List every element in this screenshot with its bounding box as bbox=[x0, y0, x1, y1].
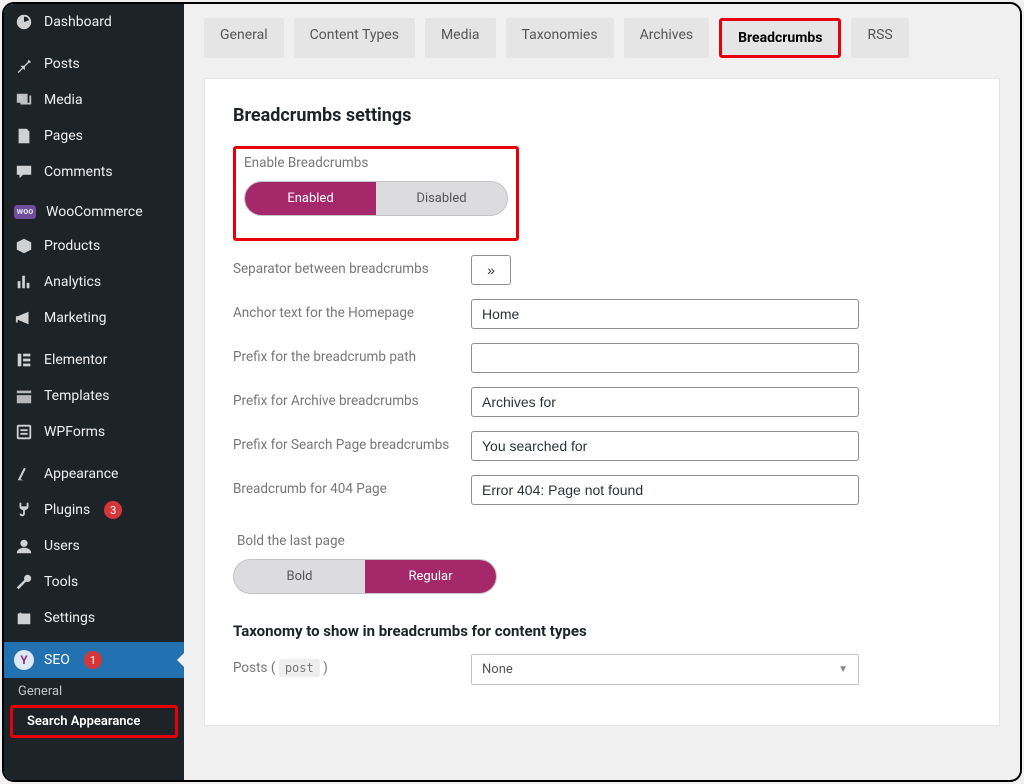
sidebar-item-label: Analytics bbox=[44, 274, 101, 290]
sidebar-item-wpforms[interactable]: WPForms bbox=[4, 414, 184, 450]
sidebar-item-label: Media bbox=[44, 92, 83, 108]
tab-taxonomies[interactable]: Taxonomies bbox=[506, 18, 614, 58]
dashboard-icon bbox=[14, 12, 34, 32]
bold-last-label: Bold the last page bbox=[237, 533, 971, 549]
enable-breadcrumbs-toggle[interactable]: Enabled Disabled bbox=[244, 181, 508, 216]
settings-tabs: General Content Types Media Taxonomies A… bbox=[204, 4, 1000, 64]
sidebar-item-label: Elementor bbox=[44, 352, 107, 368]
woo-icon: woo bbox=[14, 205, 36, 219]
sidebar-item-woocommerce[interactable]: woo WooCommerce bbox=[4, 196, 184, 228]
sidebar-item-dashboard[interactable]: Dashboard bbox=[4, 4, 184, 40]
enable-breadcrumbs-label: Enable Breadcrumbs bbox=[244, 155, 508, 171]
sidebar-item-label: Comments bbox=[44, 164, 113, 180]
bc-404-input[interactable] bbox=[471, 475, 859, 505]
sidebar-item-posts[interactable]: Posts bbox=[4, 46, 184, 82]
sidebar-item-label: Users bbox=[44, 538, 80, 554]
yoast-icon: Y bbox=[14, 650, 34, 670]
sidebar-item-label: Settings bbox=[44, 610, 95, 626]
separator-input[interactable] bbox=[471, 255, 511, 285]
sidebar-item-plugins[interactable]: Plugins 3 bbox=[4, 492, 184, 528]
sidebar-item-templates[interactable]: Templates bbox=[4, 378, 184, 414]
update-badge: 3 bbox=[104, 501, 122, 519]
sidebar-item-label: Templates bbox=[44, 388, 110, 404]
anchor-input[interactable] bbox=[471, 299, 859, 329]
bold-last-toggle[interactable]: Bold Regular bbox=[233, 559, 497, 594]
toggle-bold[interactable]: Bold bbox=[234, 560, 365, 593]
tab-rss[interactable]: RSS bbox=[851, 18, 908, 58]
prefix-path-input[interactable] bbox=[471, 343, 859, 373]
sidebar-item-label: Products bbox=[44, 238, 100, 254]
sidebar-item-label: Appearance bbox=[44, 466, 118, 482]
tab-archives[interactable]: Archives bbox=[624, 18, 710, 58]
sidebar-item-marketing[interactable]: Marketing bbox=[4, 300, 184, 336]
posts-taxonomy-label: Posts ( post ) bbox=[233, 654, 453, 676]
separator-label: Separator between breadcrumbs bbox=[233, 255, 453, 277]
panel-heading: Breadcrumbs settings bbox=[233, 105, 971, 126]
sidebar-item-label: Posts bbox=[44, 56, 80, 72]
sidebar-item-seo[interactable]: Y SEO 1 bbox=[4, 642, 184, 678]
sidebar-item-appearance[interactable]: Appearance bbox=[4, 456, 184, 492]
plugins-icon bbox=[14, 500, 34, 520]
sidebar-item-media[interactable]: Media bbox=[4, 82, 184, 118]
sidebar-item-pages[interactable]: Pages bbox=[4, 118, 184, 154]
appearance-icon bbox=[14, 464, 34, 484]
wpforms-icon bbox=[14, 422, 34, 442]
sidebar-item-label: Marketing bbox=[44, 310, 107, 326]
products-icon bbox=[14, 236, 34, 256]
sidebar-item-analytics[interactable]: Analytics bbox=[4, 264, 184, 300]
taxonomy-heading: Taxonomy to show in breadcrumbs for cont… bbox=[233, 622, 971, 640]
prefix-archive-label: Prefix for Archive breadcrumbs bbox=[233, 387, 453, 409]
bc-404-label: Breadcrumb for 404 Page bbox=[233, 475, 453, 497]
settings-icon bbox=[14, 608, 34, 628]
sidebar-item-label: WPForms bbox=[44, 424, 105, 440]
sidebar-item-label: SEO bbox=[44, 652, 70, 668]
highlight-breadcrumbs-tab: Breadcrumbs bbox=[719, 18, 841, 58]
admin-sidebar: Dashboard Posts Media Pages Comments woo… bbox=[4, 4, 184, 780]
toggle-disabled[interactable]: Disabled bbox=[376, 182, 507, 215]
highlight-enable-breadcrumbs: Enable Breadcrumbs Enabled Disabled bbox=[233, 146, 519, 241]
sidebar-item-label: Dashboard bbox=[44, 14, 112, 30]
highlight-search-appearance: Search Appearance bbox=[10, 705, 178, 738]
chevron-down-icon: ▼ bbox=[838, 664, 848, 675]
sidebar-item-settings[interactable]: Settings bbox=[4, 600, 184, 636]
toggle-regular[interactable]: Regular bbox=[365, 560, 496, 593]
posts-taxonomy-select[interactable]: None ▼ bbox=[471, 654, 859, 685]
sidebar-item-tools[interactable]: Tools bbox=[4, 564, 184, 600]
users-icon bbox=[14, 536, 34, 556]
sidebar-item-comments[interactable]: Comments bbox=[4, 154, 184, 190]
sidebar-item-users[interactable]: Users bbox=[4, 528, 184, 564]
tools-icon bbox=[14, 572, 34, 592]
analytics-icon bbox=[14, 272, 34, 292]
sidebar-item-products[interactable]: Products bbox=[4, 228, 184, 264]
sidebar-item-elementor[interactable]: Elementor bbox=[4, 342, 184, 378]
pages-icon bbox=[14, 126, 34, 146]
notification-badge: 1 bbox=[84, 651, 102, 669]
toggle-enabled[interactable]: Enabled bbox=[245, 182, 376, 215]
tab-breadcrumbs[interactable]: Breadcrumbs bbox=[722, 21, 838, 55]
breadcrumbs-panel: Breadcrumbs settings Enable Breadcrumbs … bbox=[204, 78, 1000, 726]
sidebar-sub-general[interactable]: General bbox=[4, 678, 184, 705]
select-value: None bbox=[482, 662, 513, 677]
media-icon bbox=[14, 90, 34, 110]
sidebar-sub-search-appearance[interactable]: Search Appearance bbox=[13, 708, 175, 735]
pin-icon bbox=[14, 54, 34, 74]
sidebar-item-label: Tools bbox=[44, 574, 78, 590]
marketing-icon bbox=[14, 308, 34, 328]
tab-general[interactable]: General bbox=[204, 18, 284, 58]
elementor-icon bbox=[14, 350, 34, 370]
tab-content-types[interactable]: Content Types bbox=[294, 18, 415, 58]
prefix-path-label: Prefix for the breadcrumb path bbox=[233, 343, 453, 365]
templates-icon bbox=[14, 386, 34, 406]
anchor-label: Anchor text for the Homepage bbox=[233, 299, 453, 321]
prefix-search-input[interactable] bbox=[471, 431, 859, 461]
sidebar-item-label: WooCommerce bbox=[46, 204, 143, 220]
main-content: General Content Types Media Taxonomies A… bbox=[184, 4, 1020, 780]
prefix-search-label: Prefix for Search Page breadcrumbs bbox=[233, 431, 453, 453]
comments-icon bbox=[14, 162, 34, 182]
tab-media[interactable]: Media bbox=[425, 18, 496, 58]
prefix-archive-input[interactable] bbox=[471, 387, 859, 417]
sidebar-item-label: Pages bbox=[44, 128, 83, 144]
sidebar-item-label: Plugins bbox=[44, 502, 90, 518]
